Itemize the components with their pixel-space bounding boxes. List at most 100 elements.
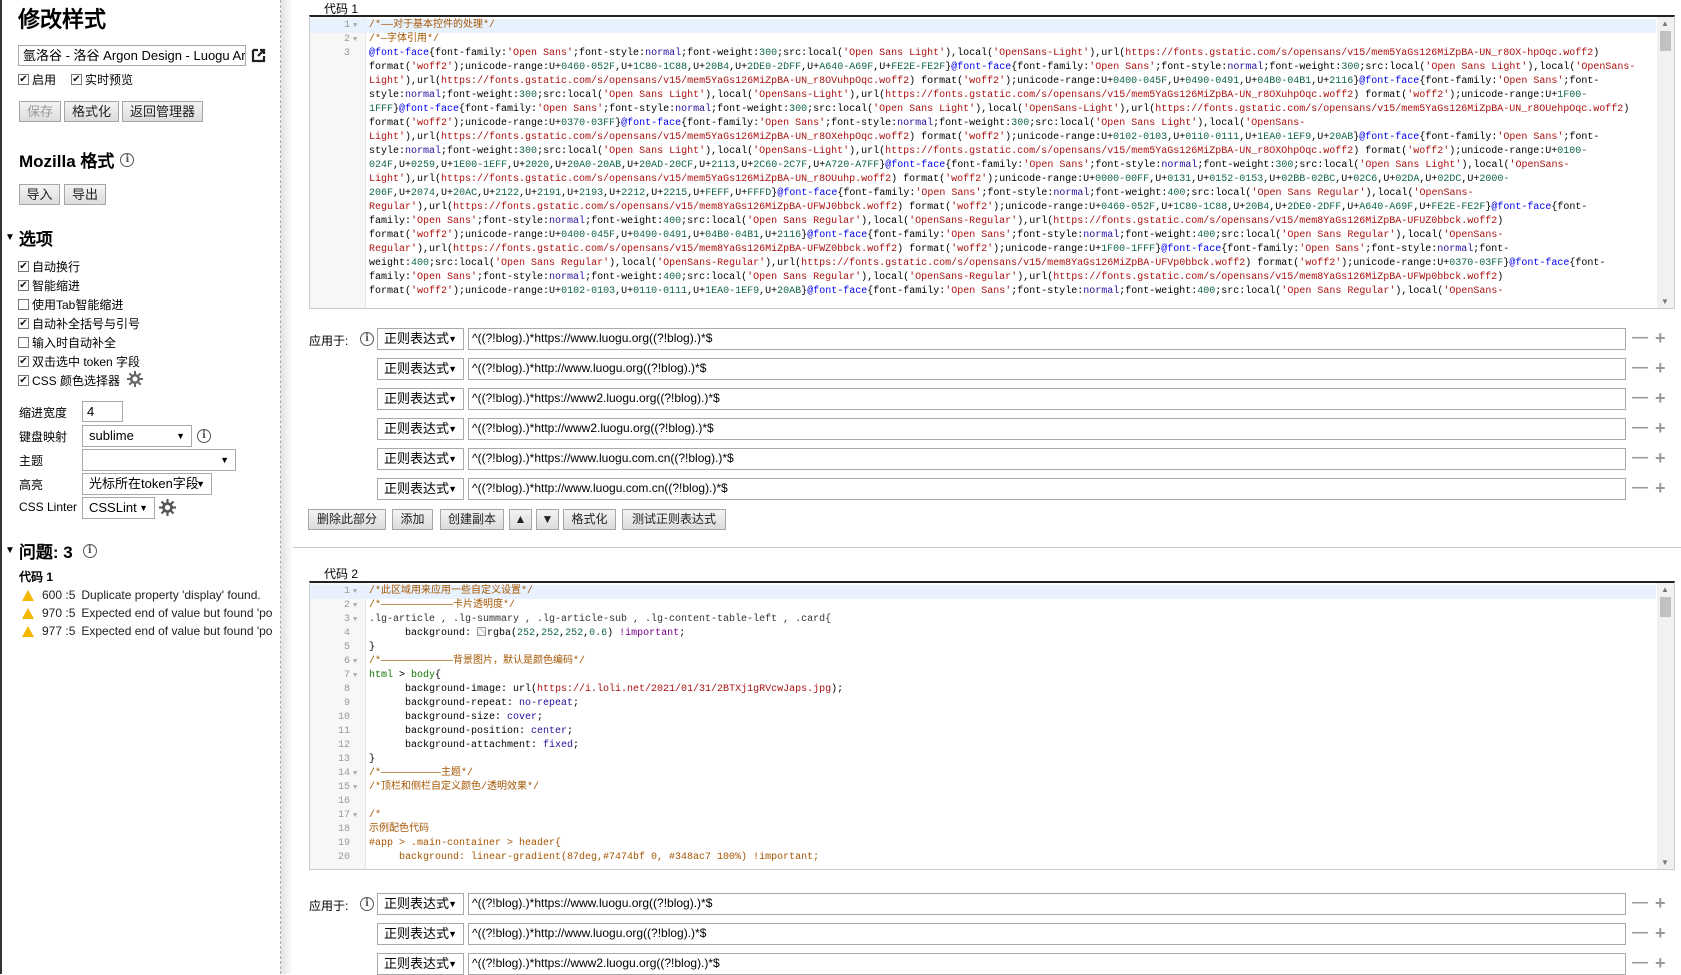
scroll-up-arrow-icon[interactable]: ▲ bbox=[1661, 585, 1669, 594]
checkbox-box[interactable] bbox=[18, 299, 29, 310]
applies-type-select[interactable]: 正则表达式 ▼ bbox=[377, 328, 464, 350]
applies-value-input[interactable]: ^((?!blog).)*http://www.luogu.org((?!blo… bbox=[468, 923, 1626, 945]
code-line[interactable]: 19 #app > .main-container > header{ bbox=[310, 837, 1656, 851]
export-button[interactable]: 导出 bbox=[64, 184, 106, 205]
code-line[interactable]: 18 示例配色代码 bbox=[310, 823, 1656, 837]
highlight-select[interactable]: 光标所在token字段 ▼ bbox=[82, 473, 212, 495]
remove-applies-icon[interactable]: — bbox=[1632, 895, 1648, 911]
style-name-input[interactable]: 氩洛谷 - 洛谷 Argon Design - Luogu Argo bbox=[18, 45, 246, 66]
code-line[interactable]: style:normal;font-weight:300;src:local('… bbox=[310, 89, 1656, 103]
code-line[interactable]: format('woff2');unicode-range:U+0400-045… bbox=[310, 229, 1656, 243]
code-line[interactable]: 1FFF}@font-face{font-family:'Open Sans';… bbox=[310, 103, 1656, 117]
color-swatch[interactable] bbox=[477, 627, 487, 636]
fold-arrow-icon[interactable]: ▼ bbox=[353, 599, 357, 613]
remove-applies-icon[interactable]: — bbox=[1632, 330, 1648, 346]
move-down-button[interactable]: ▼ bbox=[536, 509, 559, 530]
linter-select[interactable]: CSSLint ▼ bbox=[82, 497, 155, 519]
code-line[interactable]: family:'Open Sans';font-style:normal;fon… bbox=[310, 215, 1656, 229]
scroll-up-arrow-icon[interactable]: ▲ bbox=[1661, 19, 1669, 28]
code-line[interactable]: 5} bbox=[310, 641, 1656, 655]
remove-applies-icon[interactable]: — bbox=[1632, 360, 1648, 376]
fold-arrow-icon[interactable]: ▼ bbox=[353, 613, 357, 627]
beautify-button[interactable]: 格式化 bbox=[64, 101, 119, 122]
applies-value-input[interactable]: ^((?!blog).)*https://www.luogu.org((?!bl… bbox=[468, 893, 1626, 915]
fold-arrow-icon[interactable]: ▼ bbox=[353, 767, 357, 781]
applies-type-select[interactable]: 正则表达式 ▼ bbox=[377, 893, 464, 915]
add-applies-icon[interactable]: + bbox=[1655, 449, 1666, 467]
code-editor[interactable]: 1 ▼/*——对于基本控件的处理*/2 ▼/*—字体引用*/3 @font-face{… bbox=[309, 15, 1675, 309]
code-line[interactable]: 4 background: rgba(252,252,252,0.6) !imp… bbox=[310, 627, 1656, 641]
import-button[interactable]: 导入 bbox=[19, 184, 60, 205]
add-applies-icon[interactable]: + bbox=[1655, 419, 1666, 437]
info-icon[interactable]: i bbox=[197, 429, 211, 443]
remove-applies-icon[interactable]: — bbox=[1632, 420, 1648, 436]
info-icon[interactable]: i bbox=[360, 897, 374, 911]
code-line[interactable]: Regular'),url(https://fonts.gstatic.com/… bbox=[310, 201, 1656, 215]
external-link-icon[interactable] bbox=[251, 47, 267, 63]
code-line[interactable]: 16 bbox=[310, 795, 1656, 809]
option-checkbox[interactable]: 输入时自动补全 bbox=[18, 334, 116, 351]
remove-applies-icon[interactable]: — bbox=[1632, 450, 1648, 466]
code-line[interactable]: 7 ▼ html > body{ bbox=[310, 669, 1656, 683]
clone-section-button[interactable]: 创建副本 bbox=[440, 509, 504, 530]
scroll-down-arrow-icon[interactable]: ▼ bbox=[1661, 858, 1669, 867]
option-checkbox[interactable]: ✔ 自动换行 bbox=[18, 258, 80, 275]
fold-arrow-icon[interactable]: ▼ bbox=[353, 781, 357, 795]
issue-item[interactable]: 977 :5 Expected end of value but found 'p… bbox=[22, 624, 272, 638]
fold-arrow-icon[interactable]: ▼ bbox=[353, 809, 357, 823]
option-checkbox[interactable]: ✔ 智能缩进 bbox=[18, 277, 80, 294]
applies-type-select[interactable]: 正则表达式 ▼ bbox=[377, 358, 464, 380]
code-line[interactable]: 2 ▼ /*————————————卡片透明度*/ bbox=[310, 599, 1656, 613]
add-applies-icon[interactable]: + bbox=[1655, 479, 1666, 497]
issue-item[interactable]: 600 :5 Duplicate property 'display' found… bbox=[22, 588, 272, 602]
live-preview-checkbox[interactable]: ✔ 实时预览 bbox=[71, 71, 133, 88]
checkbox-box[interactable]: ✔ bbox=[18, 318, 29, 329]
code-line[interactable]: 15 ▼ /*顶栏和侧栏自定义颜色/透明效果*/ bbox=[310, 781, 1656, 795]
vertical-scrollbar[interactable]: ▲ ▼ bbox=[1657, 17, 1674, 308]
fold-arrow-icon[interactable]: ▼ bbox=[353, 19, 357, 33]
scrollbar-thumb[interactable] bbox=[1660, 31, 1671, 51]
applies-type-select[interactable]: 正则表达式 ▼ bbox=[377, 418, 464, 440]
remove-applies-icon[interactable]: — bbox=[1632, 390, 1648, 406]
applies-type-select[interactable]: 正则表达式 ▼ bbox=[377, 448, 464, 470]
code-line[interactable]: weight:400;src:local('Open Sans Regular'… bbox=[310, 257, 1656, 271]
fold-arrow-icon[interactable]: ▼ bbox=[353, 655, 357, 669]
issue-item[interactable]: 970 :5 Expected end of value but found 'p… bbox=[22, 606, 272, 620]
code-line[interactable]: 8 background-image: url(https://i.loli.n… bbox=[310, 683, 1656, 697]
theme-select[interactable]: ▼ bbox=[82, 449, 236, 471]
test-regex-button[interactable]: 测试正则表达式 bbox=[622, 509, 726, 530]
applies-value-input[interactable]: ^((?!blog).)*https://www2.luogu.org((?!b… bbox=[468, 953, 1626, 975]
add-applies-icon[interactable]: + bbox=[1655, 359, 1666, 377]
code-line[interactable]: 11 background-position: center; bbox=[310, 725, 1656, 739]
gear-icon[interactable] bbox=[127, 371, 143, 387]
code-line[interactable]: 14 ▼ /*——————————主题*/ bbox=[310, 767, 1656, 781]
add-applies-icon[interactable]: + bbox=[1655, 894, 1666, 912]
linter-settings-gear-icon[interactable] bbox=[159, 499, 176, 516]
save-button[interactable]: 保存 bbox=[19, 101, 61, 122]
code-line[interactable]: 13} bbox=[310, 753, 1656, 767]
applies-value-input[interactable]: ^((?!blog).)*http://www2.luogu.org((?!bl… bbox=[468, 418, 1626, 440]
option-checkbox[interactable]: ✔ 双击选中 token 字段 bbox=[18, 353, 140, 370]
add-applies-icon[interactable]: + bbox=[1655, 924, 1666, 942]
code-line[interactable]: 20 background: linear-gradient(87deg,#74… bbox=[310, 851, 1656, 865]
code-line[interactable]: 206F,U+2074,U+20AC,U+2122,U+2191,U+2193,… bbox=[310, 187, 1656, 201]
code-line[interactable]: 10 background-size: cover; bbox=[310, 711, 1656, 725]
enabled-checkbox[interactable]: ✔ 启用 bbox=[18, 71, 56, 88]
fold-arrow-icon[interactable]: ▼ bbox=[353, 585, 357, 599]
indent-width-input[interactable]: 4 bbox=[82, 401, 123, 422]
remove-applies-icon[interactable]: — bbox=[1632, 955, 1648, 971]
code-line[interactable]: 3 ▼ .lg-article , .lg-summary , .lg-articl… bbox=[310, 613, 1656, 627]
add-applies-icon[interactable]: + bbox=[1655, 329, 1666, 347]
code-editor[interactable]: 1 ▼/*此区域用来应用一些自定义设置*/2 ▼/*————————————卡片透明… bbox=[309, 581, 1675, 870]
info-icon[interactable]: i bbox=[120, 152, 135, 167]
code-line[interactable]: format('woff2');unicode-range:U+0370-03F… bbox=[310, 117, 1656, 131]
checkbox-box[interactable]: ✔ bbox=[18, 261, 29, 272]
code-line[interactable]: 1 ▼ /*此区域用来应用一些自定义设置*/ bbox=[310, 585, 1656, 599]
fold-arrow-icon[interactable]: ▼ bbox=[353, 669, 357, 683]
applies-value-input[interactable]: ^((?!blog).)*https://www2.luogu.org((?!b… bbox=[468, 388, 1626, 410]
scrollbar-thumb[interactable] bbox=[1660, 597, 1671, 617]
code-line[interactable]: 3 @font-face{font-family:'Open Sans';font… bbox=[310, 47, 1656, 61]
code-line[interactable]: family:'Open Sans';font-style:normal;fon… bbox=[310, 271, 1656, 285]
checkbox-box[interactable]: ✔ bbox=[18, 74, 29, 85]
issues-heading[interactable]: ▼ 问题: 3 i bbox=[5, 538, 97, 563]
